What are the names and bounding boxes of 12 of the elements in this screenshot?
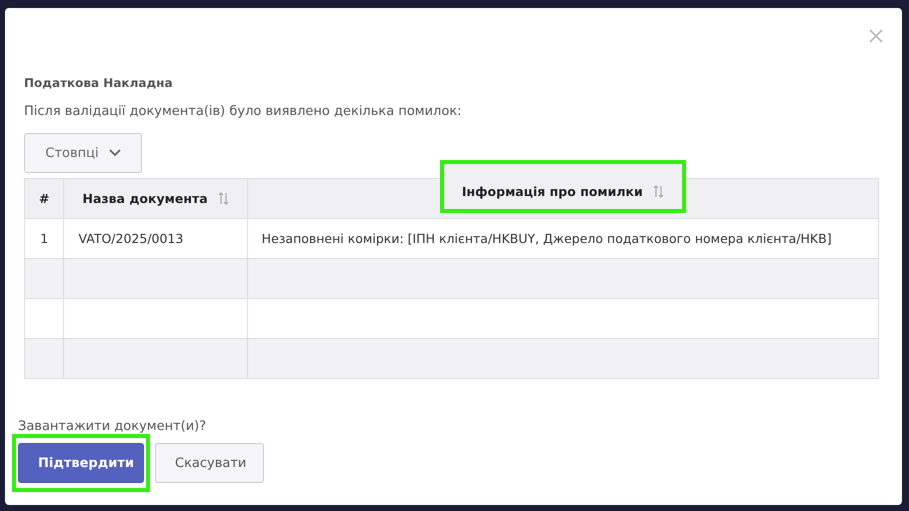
sort-icon [652, 185, 664, 198]
column-header: # [39, 191, 50, 206]
column-header[interactable]: Інформація про помилки [440, 160, 686, 213]
sort-icon [218, 192, 229, 205]
confirm-button[interactable]: Підтвердити [18, 443, 144, 483]
close-icon[interactable] [869, 29, 883, 43]
cancel-button[interactable]: Скасувати [155, 443, 264, 483]
error-message: Після валідації документа(ів) було виявлено декілька помилок: [24, 104, 463, 119]
confirm-prompt: Завантажити документ(и)? [18, 419, 208, 434]
columns-dropdown[interactable]: Стовпці [24, 133, 142, 173]
dialog-title: Податкова Накладна [24, 76, 174, 90]
chevron-down-icon [108, 149, 121, 157]
